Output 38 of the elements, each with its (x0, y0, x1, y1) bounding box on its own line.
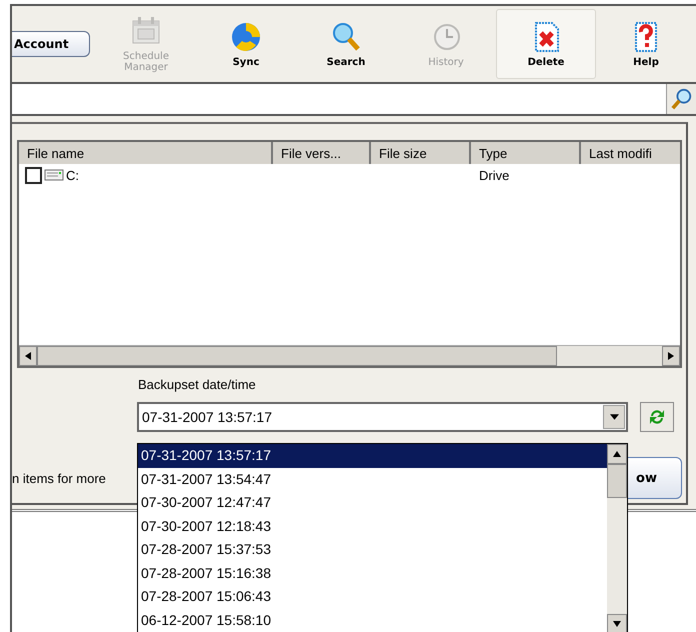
refresh-button[interactable] (640, 402, 674, 432)
left-arrow-icon (25, 352, 31, 360)
down-arrow-icon (613, 621, 621, 627)
column-header[interactable]: Last modifi (581, 142, 680, 164)
horizontal-scrollbar[interactable] (19, 345, 680, 366)
backupset-label: Backupset date/time (138, 377, 257, 392)
dropdown-option[interactable]: 07-28-2007 15:37:53 (138, 538, 607, 562)
search-icon (330, 20, 362, 52)
drive-icon (44, 168, 64, 182)
checkbox[interactable] (25, 166, 42, 184)
sync-icon (230, 20, 262, 52)
search-button[interactable] (666, 84, 696, 114)
hint-text: n items for more (12, 470, 106, 486)
search-icon (670, 88, 692, 110)
scroll-thumb[interactable] (37, 346, 557, 366)
toolbar-button[interactable]: Delete (496, 9, 596, 79)
column-header[interactable]: Type (471, 142, 581, 164)
type-cell: Drive (479, 168, 510, 182)
toolbar-button[interactable]: Help (596, 9, 696, 79)
caret-icon (610, 414, 618, 420)
backupset-dropdown[interactable]: 07-31-2007 13:57:17 (137, 402, 628, 432)
search-field[interactable] (12, 84, 666, 114)
column-header[interactable]: File name (19, 142, 273, 164)
scroll-thumb[interactable] (607, 464, 627, 498)
vertical-scrollbar[interactable] (607, 444, 627, 632)
toolbar-button[interactable]: Sync (196, 9, 296, 79)
dropdown-option[interactable]: 07-31-2007 13:57:17 (138, 444, 607, 468)
right-arrow-icon (668, 352, 674, 360)
dropdown-option[interactable]: 07-28-2007 15:16:38 (138, 562, 607, 585)
column-header[interactable]: File vers... (273, 142, 371, 164)
toolbar-button[interactable]: Search (296, 9, 396, 79)
dropdown-option[interactable]: 07-28-2007 15:06:43 (138, 585, 607, 608)
dropdown-option[interactable]: 07-30-2007 12:18:43 (138, 514, 607, 538)
dropdown-option[interactable]: 06-12-2007 15:58:10 (138, 608, 607, 632)
column-header[interactable]: File size (371, 142, 471, 164)
up-arrow-icon (613, 451, 621, 457)
account-button[interactable]: Account (12, 31, 90, 57)
file-name-cell: C: (66, 168, 79, 182)
